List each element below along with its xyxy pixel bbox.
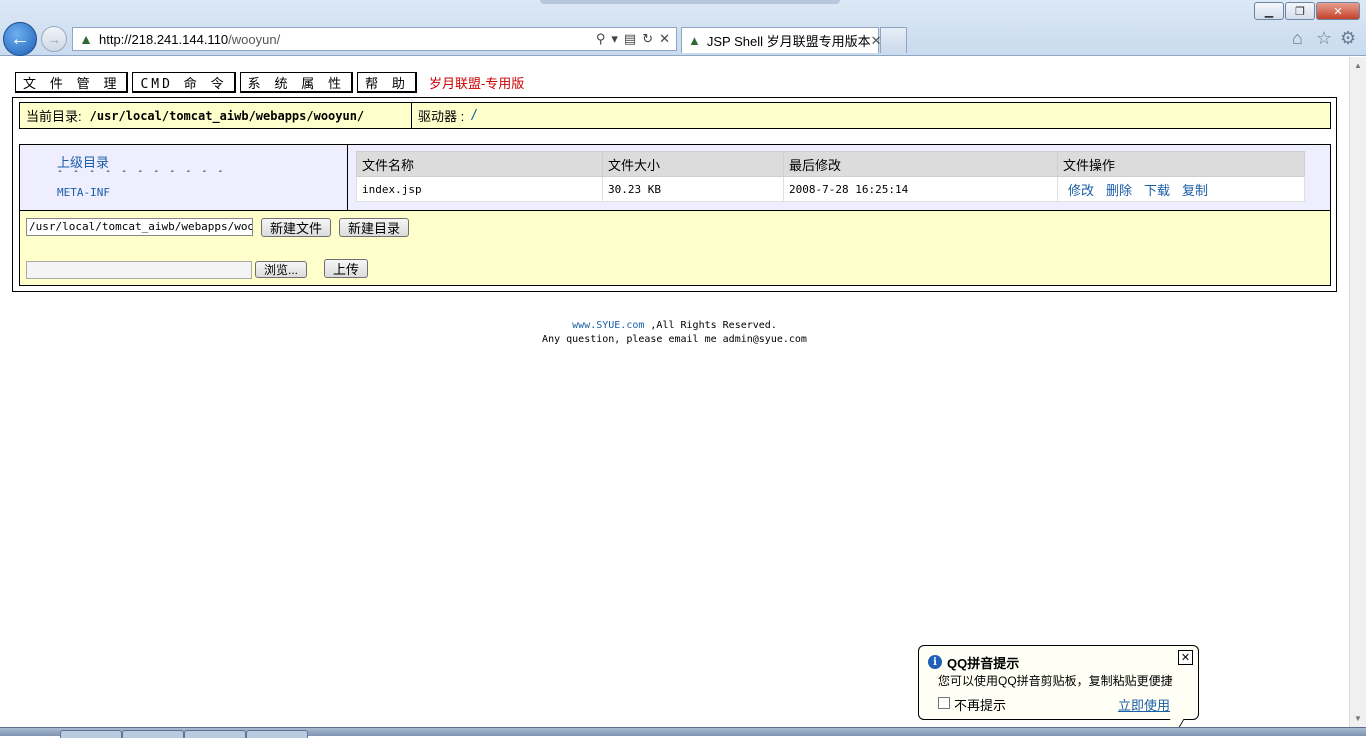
address-tools: ⚲ ▾ ▤ ↻ ✕ — [596, 31, 670, 47]
taskbar-item[interactable] — [122, 730, 184, 738]
tab-title: JSP Shell 岁月联盟专用版本 — [706, 34, 871, 49]
file-table: 文件名称 文件大小 最后修改 文件操作 index.jsp 30.23 KB 2… — [356, 151, 1305, 202]
col-file-size: 文件大小 — [602, 151, 784, 177]
favorites-star-icon[interactable]: ☆ — [1316, 28, 1332, 49]
menu-cmd[interactable]: CMD 命 令 — [132, 72, 236, 93]
vertical-scrollbar[interactable]: ▲ ▼ — [1349, 57, 1366, 727]
new-tab-button[interactable] — [880, 27, 907, 53]
info-icon: i — [928, 655, 942, 669]
title-glow — [540, 0, 840, 4]
dir-separator: - - - - - - - - - - - — [57, 166, 226, 177]
browser-chrome: ▁ ❐ ✕ ← → ▲ http://218.241.144.110/wooyu… — [0, 0, 1366, 56]
drive-cell: 驱动器 : / — [412, 103, 478, 128]
taskbar-item[interactable] — [60, 730, 122, 738]
edit-file-link[interactable]: 修改 — [1068, 183, 1094, 198]
dont-show-label[interactable]: 不再提示 — [954, 695, 1006, 714]
footer-site-link[interactable]: www.SYUE.com — [572, 320, 644, 331]
drive-label: 驱动器 : — [418, 109, 465, 124]
window-controls: ▁ ❐ ✕ — [1253, 2, 1360, 20]
popup-close-icon[interactable]: ✕ — [1178, 650, 1193, 665]
footer-rights: www.SYUE.com ,All Rights Reserved. — [0, 320, 1349, 331]
scroll-up-icon[interactable]: ▲ — [1350, 57, 1366, 74]
browser-tab[interactable]: ▲ JSP Shell 岁月联盟专用版本 ✕ — [681, 27, 882, 53]
path-input[interactable]: /usr/local/tomcat_aiwb/webapps/wooyun/ — [26, 218, 253, 236]
back-button[interactable]: ← — [3, 22, 37, 56]
compat-view-icon[interactable]: ▤ — [624, 31, 636, 47]
file-modified-cell: 2008-7-28 16:25:14 — [783, 176, 1058, 202]
path-bar: 当前目录: /usr/local/tomcat_aiwb/webapps/woo… — [19, 102, 1331, 129]
download-file-link[interactable]: 下载 — [1144, 183, 1170, 198]
forward-arrow-icon: → — [47, 31, 61, 47]
popup-title: QQ拼音提示 — [947, 656, 1020, 671]
popup-message: 您可以使用QQ拼音剪贴板，复制粘贴更便捷 — [938, 674, 1173, 688]
menu-file-manager[interactable]: 文 件 管 理 — [15, 72, 129, 93]
upload-button[interactable]: 上传 — [324, 259, 369, 278]
use-now-link[interactable]: 立即使用 — [1118, 695, 1170, 714]
page-content: 文 件 管 理 CMD 命 令 系 统 属 性 帮 助 岁月联盟-专用版 当前目… — [0, 57, 1366, 727]
taskbar — [0, 727, 1366, 738]
forward-button[interactable]: → — [41, 26, 67, 52]
file-name-cell: index.jsp — [356, 176, 603, 202]
file-size-cell: 30.23 KB — [602, 176, 784, 202]
brand-label: 岁月联盟-专用版 — [428, 76, 525, 91]
col-operations: 文件操作 — [1057, 151, 1305, 177]
dir-link-meta-inf[interactable]: META-INF — [57, 186, 110, 199]
url-host: http://218.241.144.110 — [99, 31, 229, 47]
drive-link[interactable]: / — [470, 108, 478, 123]
action-form: /usr/local/tomcat_aiwb/webapps/wooyun/ 新… — [20, 210, 1330, 285]
current-dir-path: /usr/local/tomcat_aiwb/webapps/wooyun/ — [89, 108, 365, 123]
tab-favicon-icon: ▲ — [688, 33, 701, 48]
top-menu: 文 件 管 理 CMD 命 令 系 统 属 性 帮 助 岁月联盟-专用版 — [15, 72, 524, 93]
footer-rights-text: ,All Rights Reserved. — [644, 320, 777, 331]
stop-icon[interactable]: ✕ — [659, 31, 670, 47]
address-bar[interactable]: ▲ http://218.241.144.110/wooyun/ ⚲ ▾ ▤ ↻… — [72, 27, 677, 51]
table-row: index.jsp 30.23 KB 2008-7-28 16:25:14 修改… — [356, 176, 1305, 202]
new-file-button[interactable]: 新建文件 — [261, 218, 332, 237]
taskbar-item[interactable] — [246, 730, 308, 738]
file-browser: 上级目录 - - - - - - - - - - - META-INF 文件名称… — [19, 144, 1331, 286]
menu-system-info[interactable]: 系 统 属 性 — [239, 72, 354, 93]
directory-pane: 上级目录 - - - - - - - - - - - META-INF — [20, 145, 348, 210]
file-ops-cell: 修改 删除 下载 复制 — [1057, 176, 1305, 202]
back-arrow-icon: ← — [10, 27, 30, 50]
refresh-icon[interactable]: ↻ — [642, 31, 653, 47]
col-file-name: 文件名称 — [356, 151, 603, 177]
menu-help[interactable]: 帮 助 — [357, 72, 417, 93]
taskbar-item[interactable] — [184, 730, 246, 738]
dont-show-checkbox[interactable] — [938, 697, 950, 709]
restore-button[interactable]: ❐ — [1285, 2, 1315, 20]
browse-button[interactable]: 浏览... — [255, 261, 308, 278]
dropdown-icon[interactable]: ▾ — [611, 31, 618, 47]
scroll-down-icon[interactable]: ▼ — [1350, 710, 1366, 727]
close-window-button[interactable]: ✕ — [1316, 2, 1360, 20]
footer-contact: Any question, please email me admin@syue… — [542, 334, 807, 345]
current-dir-label: 当前目录: — [26, 109, 82, 124]
file-manager-panel: 当前目录: /usr/local/tomcat_aiwb/webapps/woo… — [12, 97, 1337, 292]
address-url[interactable]: http://218.241.144.110/wooyun/ — [99, 32, 596, 47]
current-dir-cell: 当前目录: /usr/local/tomcat_aiwb/webapps/woo… — [20, 103, 412, 128]
home-icon[interactable]: ⌂ — [1292, 28, 1303, 49]
copy-file-link[interactable]: 复制 — [1182, 183, 1208, 198]
delete-file-link[interactable]: 删除 — [1106, 183, 1132, 198]
site-favicon-icon: ▲ — [79, 31, 93, 47]
file-table-header: 文件名称 文件大小 最后修改 文件操作 — [356, 151, 1305, 177]
col-modified: 最后修改 — [783, 151, 1058, 177]
upload-file-input[interactable] — [26, 261, 252, 279]
search-icon[interactable]: ⚲ — [596, 31, 606, 47]
settings-gear-icon[interactable]: ⚙ — [1340, 28, 1356, 49]
new-dir-button[interactable]: 新建目录 — [339, 218, 410, 237]
qq-pinyin-popup: i QQ拼音提示 ✕ 您可以使用QQ拼音剪贴板，复制粘贴更便捷 不再提示 立即使… — [918, 645, 1199, 731]
minimize-button[interactable]: ▁ — [1254, 2, 1284, 20]
url-path: /wooyun/ — [228, 31, 281, 47]
